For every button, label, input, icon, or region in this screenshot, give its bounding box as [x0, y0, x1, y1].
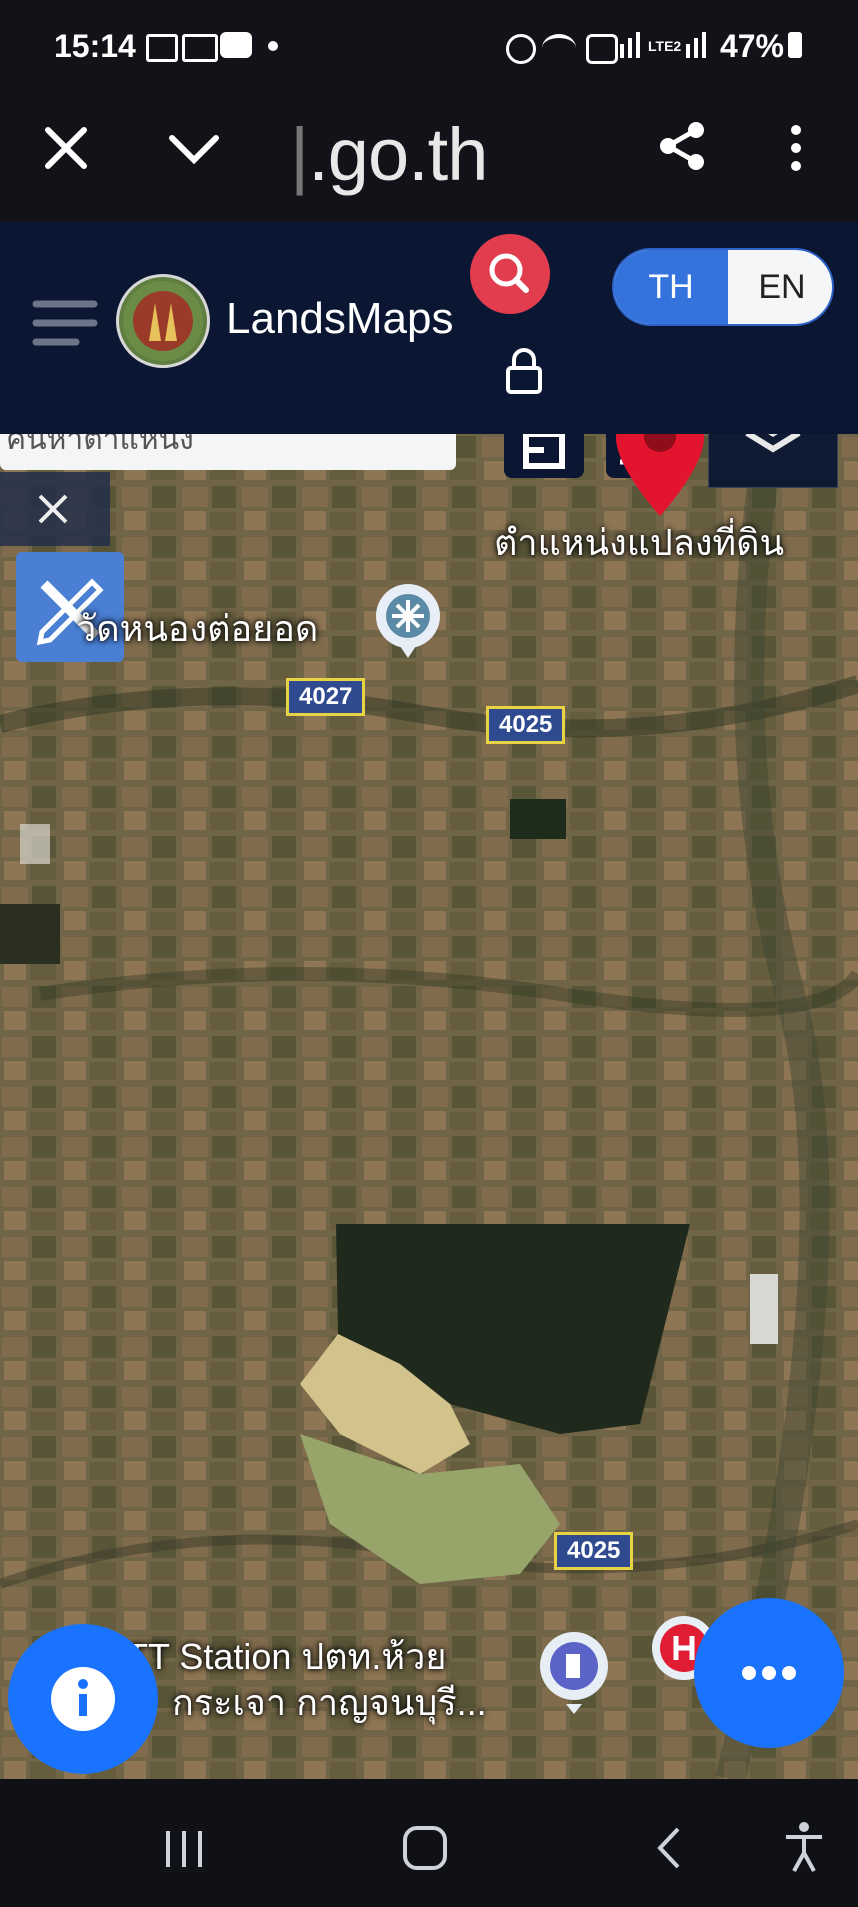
status-time: 15:14: [54, 28, 136, 64]
map-tool-button[interactable]: [504, 434, 584, 478]
brand-title: LandsMaps: [226, 294, 454, 343]
signal-bar: [636, 32, 640, 58]
more-fab-button[interactable]: [694, 1598, 844, 1748]
search-icon: [489, 253, 529, 293]
status-bar: 15:14 LTE2 47%: [0, 0, 858, 96]
road-shield-4025: 4025: [486, 706, 566, 744]
hamburger-icon[interactable]: [32, 298, 98, 348]
layers-button[interactable]: [708, 434, 838, 488]
search-button[interactable]: [470, 234, 550, 314]
chevron-down-icon[interactable]: [166, 124, 222, 172]
close-overlay-button[interactable]: [0, 472, 110, 546]
url-bar[interactable]: |.go.th: [290, 112, 488, 197]
accessibility-icon[interactable]: [780, 1819, 828, 1875]
share-icon[interactable]: [654, 118, 710, 174]
signal-bar: [628, 38, 632, 58]
back-icon[interactable]: [648, 1823, 688, 1873]
browser-toolbar: |.go.th: [0, 96, 858, 222]
signal-bar: [694, 38, 698, 58]
url-text: .go.th: [308, 113, 488, 196]
temple-label: วัดหนองต่อยอด: [76, 608, 319, 649]
more-vertical-icon[interactable]: [784, 122, 808, 174]
more-horizontal-icon: [742, 1666, 796, 1680]
youtube-icon: [220, 32, 252, 58]
mute-icon: [506, 34, 536, 64]
road-shield-4025-south: 4025: [554, 1532, 634, 1570]
info-fab-button[interactable]: [8, 1624, 158, 1774]
signal-2-icon: [686, 44, 690, 58]
battery-percent: 47%: [719, 28, 784, 64]
gas-station-marker-icon[interactable]: [534, 1630, 614, 1714]
gallery-icon: [146, 34, 178, 62]
map-search-input[interactable]: ค้นหาตำแหน่ง: [0, 434, 456, 470]
home-icon[interactable]: [400, 1823, 450, 1873]
logo: [116, 274, 210, 368]
close-icon[interactable]: [40, 122, 92, 174]
grid-tool-icon: [523, 434, 565, 469]
call-icon: [586, 34, 618, 64]
close-icon: [38, 494, 68, 524]
battery-icon: [788, 32, 802, 58]
location-pin-icon[interactable]: [612, 434, 708, 520]
layers-icon: [745, 434, 801, 453]
app-header: LandsMaps TH EN: [0, 222, 858, 434]
info-icon: [51, 1667, 115, 1731]
temple-marker-icon[interactable]: [372, 582, 444, 660]
station-label-line2: กระเจา กาญจนบุรี...: [172, 1682, 487, 1723]
recents-icon[interactable]: [160, 1827, 208, 1871]
system-nav-bar: [0, 1779, 858, 1907]
search-placeholder: ค้นหาตำแหน่ง: [6, 434, 194, 456]
wifi-icon: [542, 34, 576, 62]
pin-label: ตำแหน่งแปลงที่ดิน: [494, 522, 785, 563]
language-toggle: TH EN: [612, 248, 834, 326]
voicemail-icon: [182, 34, 218, 62]
lang-th-button[interactable]: TH: [614, 250, 728, 324]
lang-en-button[interactable]: EN: [728, 250, 832, 324]
signal-bar: [702, 32, 706, 58]
road-shield-4027: 4027: [286, 678, 366, 716]
notification-dot-icon: [268, 41, 278, 51]
signal-icon: [620, 44, 624, 58]
network-label: LTE2: [648, 38, 682, 54]
map-view[interactable]: ค้นหาตำแหน่ง ตำแหน่งแปลงที่ดิน วัดหนองต่…: [0, 434, 858, 1779]
lock-icon[interactable]: [504, 346, 544, 396]
